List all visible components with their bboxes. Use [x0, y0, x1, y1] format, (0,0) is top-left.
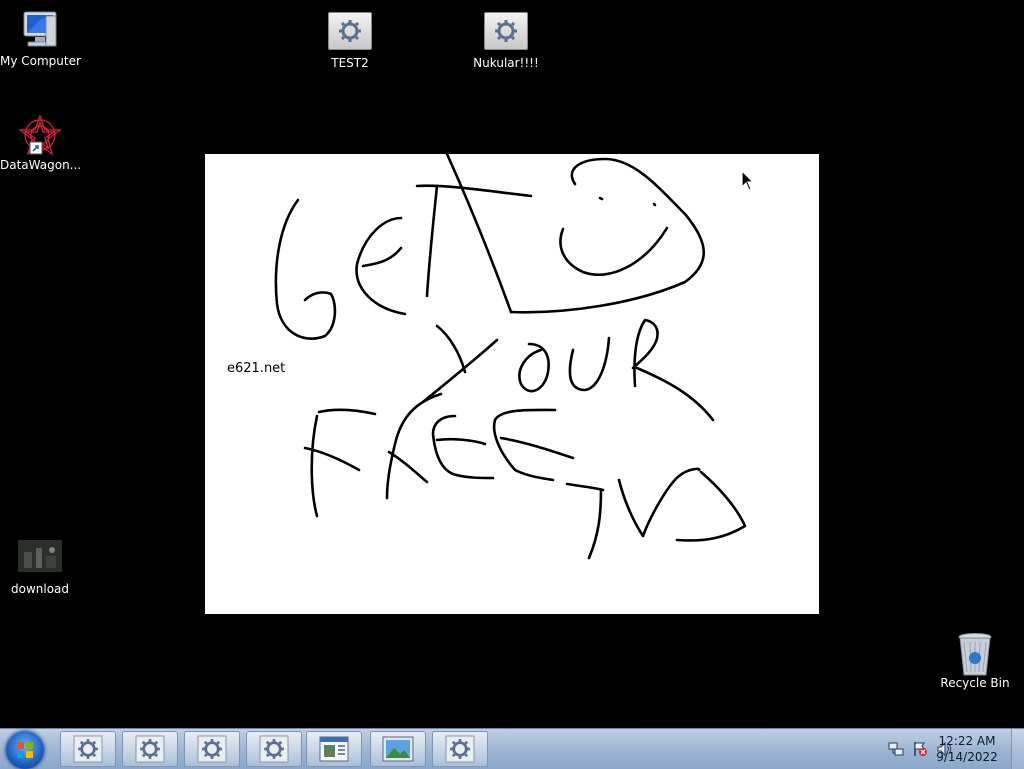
recycle-bin-icon: [951, 632, 999, 676]
desktop-icon-label: download: [10, 582, 70, 596]
taskbar-button-app-2[interactable]: [122, 731, 178, 767]
application-gear-icon: [482, 12, 530, 52]
desktop-icon-label: DataWagon...: [0, 158, 82, 172]
desktop-icon-test2[interactable]: TEST2: [310, 12, 390, 70]
watermark-caption: e621.net: [227, 361, 286, 376]
window-app-icon: [319, 736, 349, 762]
desktop-icon-download[interactable]: download: [0, 538, 80, 596]
desktop-icon-label: Nukular!!!!: [473, 56, 539, 70]
video-thumbnail-icon: [16, 538, 64, 578]
taskbar-button-app-6[interactable]: [370, 731, 426, 767]
taskbar-button-app-1[interactable]: [60, 731, 116, 767]
desktop-icon-label: My Computer: [0, 54, 81, 68]
show-desktop-button[interactable]: [1011, 729, 1024, 769]
system-tray: 12:22 AM 9/14/2022: [854, 729, 1024, 769]
handwritten-drawing: [274, 154, 747, 560]
application-gear-icon: [445, 735, 475, 763]
network-icon[interactable]: [888, 741, 904, 757]
clock[interactable]: 12:22 AM 9/14/2022: [932, 733, 1002, 765]
application-gear-icon: [197, 735, 227, 763]
desktop-icon-nukular[interactable]: Nukular!!!!: [466, 12, 546, 70]
application-gear-icon: [259, 735, 289, 763]
desktop-icon-my-computer[interactable]: My Computer: [0, 10, 81, 68]
application-gear-icon: [135, 735, 165, 763]
image-viewer-canvas: e621.net: [205, 154, 819, 614]
clock-time: 12:22 AM: [938, 734, 996, 748]
application-gear-icon: [73, 735, 103, 763]
shortcut-star-icon: [16, 114, 64, 156]
picture-viewer-icon: [382, 736, 414, 762]
desktop-icon-label: Recycle Bin: [940, 676, 1010, 690]
clock-date: 9/14/2022: [936, 750, 998, 764]
desktop-icon-label: TEST2: [331, 56, 369, 70]
computer-icon: [16, 10, 64, 50]
windows-logo-icon: [17, 742, 33, 758]
taskbar-button-app-7[interactable]: [432, 731, 488, 767]
taskbar: 12:22 AM 9/14/2022: [0, 728, 1024, 769]
taskbar-button-app-5[interactable]: [306, 731, 362, 767]
start-button[interactable]: [6, 731, 44, 769]
desktop-icon-recycle-bin[interactable]: Recycle Bin: [935, 632, 1015, 690]
application-gear-icon: [326, 12, 374, 52]
taskbar-button-app-3[interactable]: [184, 731, 240, 767]
desktop-icon-datawagon[interactable]: DataWagon...: [0, 114, 82, 172]
mouse-cursor-icon: [741, 170, 755, 191]
action-center-flag-icon[interactable]: [912, 741, 928, 757]
taskbar-button-app-4[interactable]: [246, 731, 302, 767]
